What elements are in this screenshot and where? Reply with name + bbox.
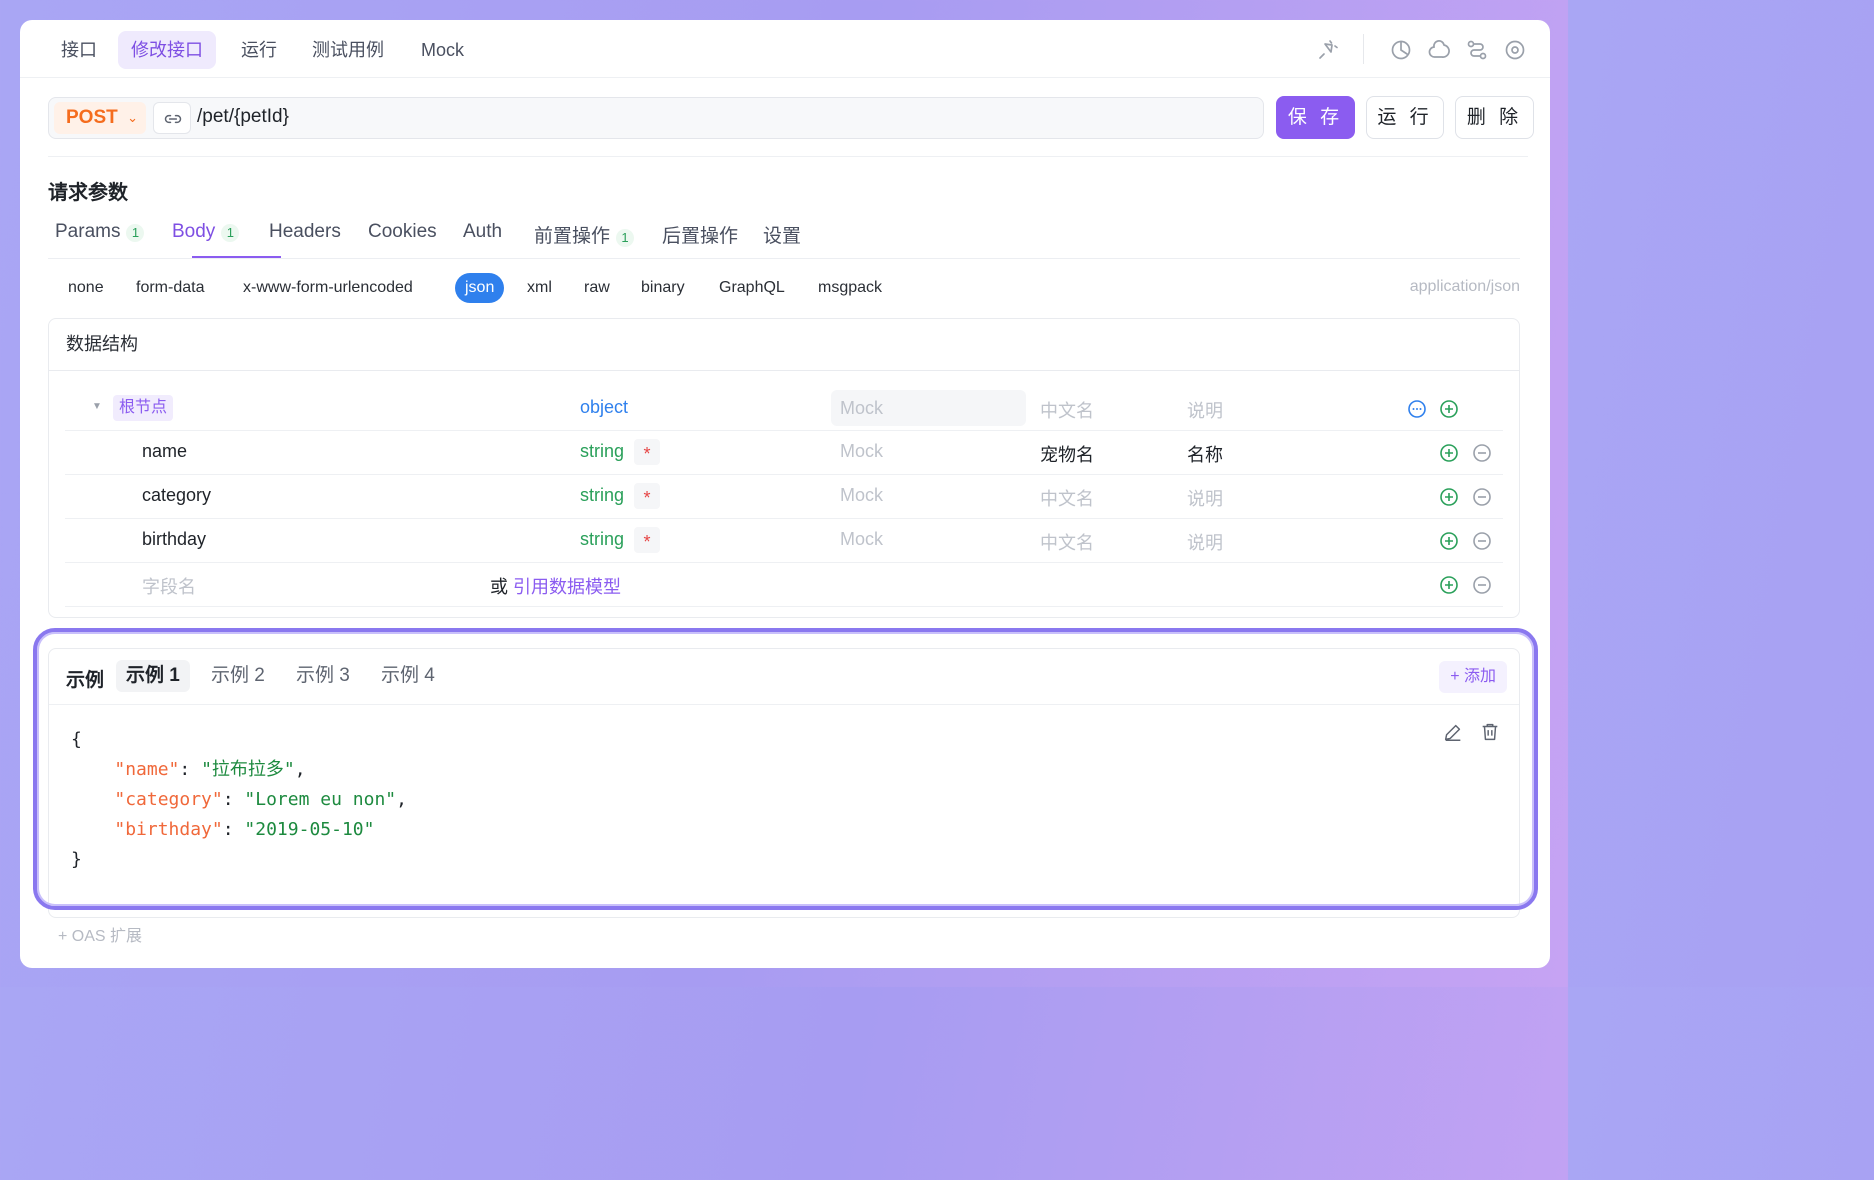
top-nav: 接口 修改接口 运行 测试用例 Mock: [20, 20, 1550, 78]
chevron-down-icon: ⌄: [127, 110, 138, 125]
root-node-tag: 根节点: [113, 395, 174, 421]
content-type-label: application/json: [1409, 278, 1520, 295]
tab-post-request[interactable]: 后置操作: [662, 221, 738, 257]
add-child-icon[interactable]: [1439, 399, 1459, 419]
body-type-graphql[interactable]: GraphQL: [709, 273, 795, 303]
new-field-name-input[interactable]: 字段名: [142, 573, 196, 599]
reference-model-link[interactable]: 引用数据模型: [513, 577, 621, 597]
save-button[interactable]: 保 存: [1276, 96, 1355, 139]
param-tabs: Params 1 Body 1 Headers Cookies Auth 前置操作 1…: [48, 215, 1520, 259]
root-cn-input[interactable]: 中文名: [1040, 397, 1094, 423]
body-type-none[interactable]: none: [58, 273, 114, 303]
tab-edit-interface[interactable]: 修改接口: [118, 31, 216, 69]
field-desc-input[interactable]: 名称: [1187, 441, 1223, 467]
field-name[interactable]: category: [142, 485, 211, 506]
history-icon[interactable]: [1389, 38, 1413, 62]
field-name[interactable]: name: [142, 441, 187, 462]
share-flow-icon[interactable]: [1465, 38, 1489, 62]
field-mock-input[interactable]: Mock: [840, 485, 883, 506]
add-field-icon[interactable]: [1439, 531, 1459, 551]
field-desc-input[interactable]: 说明: [1187, 529, 1223, 555]
body-type-binary[interactable]: binary: [631, 273, 695, 303]
tab-headers[interactable]: Headers: [269, 221, 341, 257]
examples-highlight-frame: [33, 628, 1538, 910]
schema-field-row: name string * Mock 宠物名 名称: [65, 431, 1503, 475]
body-type-xml[interactable]: xml: [517, 273, 562, 303]
api-editor-window: 接口 修改接口 运行 测试用例 Mock POST ⌄ /pet/{petId}…: [20, 20, 1550, 968]
run-button[interactable]: 运 行: [1366, 96, 1444, 139]
tab-test-cases[interactable]: 测试用例: [299, 31, 397, 69]
caret-down-icon[interactable]: ▼: [92, 401, 102, 412]
remove-field-icon[interactable]: [1472, 487, 1492, 507]
method-label: POST: [66, 107, 118, 128]
root-type[interactable]: object: [580, 397, 628, 418]
field-name[interactable]: birthday: [142, 529, 206, 550]
add-field-icon[interactable]: [1439, 575, 1459, 595]
field-cn-input[interactable]: 宠物名: [1040, 441, 1094, 467]
root-mock-input[interactable]: Mock: [831, 390, 1026, 426]
settings-icon[interactable]: [1503, 38, 1527, 62]
tab-auth[interactable]: Auth: [463, 221, 502, 257]
link-button[interactable]: [153, 102, 191, 134]
body-type-json[interactable]: json: [455, 273, 505, 303]
schema-field-row: birthday string * Mock 中文名 说明: [65, 519, 1503, 563]
tab-settings[interactable]: 设置: [763, 221, 801, 257]
schema-title: 数据结构: [49, 319, 1519, 371]
tab-cookies[interactable]: Cookies: [368, 221, 437, 257]
tab-body[interactable]: Body 1: [172, 221, 240, 257]
field-desc-input[interactable]: 说明: [1187, 485, 1223, 511]
remove-field-icon[interactable]: [1472, 575, 1492, 595]
sparkle-pin-icon[interactable]: [1316, 38, 1340, 62]
delete-button[interactable]: 删 除: [1455, 96, 1534, 139]
body-type-form-data[interactable]: form-data: [126, 273, 214, 303]
url-bar: POST ⌄ /pet/{petId}: [48, 97, 1264, 139]
field-mock-input[interactable]: Mock: [840, 441, 883, 462]
field-cn-input[interactable]: 中文名: [1040, 529, 1094, 555]
field-cn-input[interactable]: 中文名: [1040, 485, 1094, 511]
body-type-urlencoded[interactable]: x-www-form-urlencoded: [233, 273, 423, 303]
required-marker[interactable]: *: [634, 527, 660, 553]
link-icon: [164, 114, 182, 124]
schema-root-row: ▼ 根节点 object Mock 中文名 说明: [65, 387, 1503, 431]
field-type[interactable]: string: [580, 441, 624, 462]
active-tab-indicator: [192, 256, 281, 258]
add-field-icon[interactable]: [1439, 487, 1459, 507]
nav-divider: [1363, 34, 1364, 64]
url-input[interactable]: /pet/{petId}: [197, 106, 289, 128]
tab-interface[interactable]: 接口: [48, 31, 110, 69]
tab-mock[interactable]: Mock: [408, 31, 477, 69]
tab-run[interactable]: 运行: [228, 31, 290, 69]
root-desc-input[interactable]: 说明: [1187, 397, 1223, 423]
required-marker[interactable]: *: [634, 483, 660, 509]
add-field-icon[interactable]: [1439, 443, 1459, 463]
required-marker[interactable]: *: [634, 439, 660, 465]
reference-model-prompt: 或 引用数据模型: [490, 577, 622, 597]
tab-pre-request[interactable]: 前置操作 1: [534, 221, 635, 257]
oas-extension-link[interactable]: + OAS 扩展: [58, 922, 142, 946]
method-select[interactable]: POST ⌄: [54, 102, 146, 134]
body-type-raw[interactable]: raw: [574, 273, 620, 303]
schema-new-field-row: 字段名 或 引用数据模型: [65, 563, 1503, 607]
remove-field-icon[interactable]: [1472, 443, 1492, 463]
body-type-msgpack[interactable]: msgpack: [808, 273, 892, 303]
body-type-selector: none form-data x-www-form-urlencoded jso…: [48, 273, 1520, 303]
field-type[interactable]: string: [580, 529, 624, 550]
copy-icon[interactable]: [1427, 38, 1451, 62]
remove-field-icon[interactable]: [1472, 531, 1492, 551]
section-title: 请求参数: [48, 182, 128, 204]
more-icon[interactable]: [1407, 399, 1427, 419]
tab-params[interactable]: Params 1: [55, 221, 145, 257]
data-schema-panel: 数据结构 ▼ 根节点 object Mock 中文名 说明 name strin…: [48, 318, 1520, 618]
field-type[interactable]: string: [580, 485, 624, 506]
divider: [48, 156, 1528, 157]
field-mock-input[interactable]: Mock: [840, 529, 883, 550]
schema-field-row: category string * Mock 中文名 说明: [65, 475, 1503, 519]
